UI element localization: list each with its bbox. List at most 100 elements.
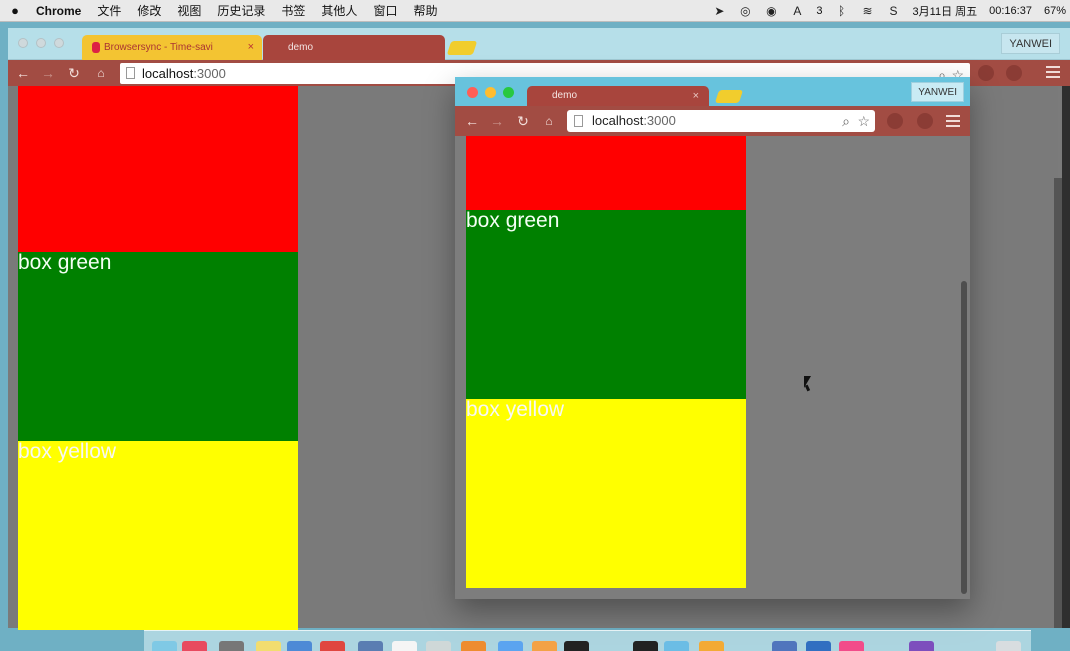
forward-icon[interactable]: → bbox=[39, 64, 57, 82]
record-icon[interactable]: ◉ bbox=[764, 4, 778, 18]
menu-edit[interactable]: 修改 bbox=[137, 2, 161, 19]
calendar-icon[interactable] bbox=[182, 641, 207, 651]
folder-icon[interactable] bbox=[699, 641, 724, 651]
menu-window[interactable]: 窗口 bbox=[373, 2, 397, 19]
tab-browsersync-label: Browsersync - Time-savi bbox=[104, 42, 213, 53]
tab-browsersync-close-button[interactable]: × bbox=[248, 35, 254, 60]
green-box: box green bbox=[18, 252, 298, 441]
home-icon[interactable]: ⌂ bbox=[92, 64, 110, 82]
url-port: :3000 bbox=[193, 66, 226, 81]
menu-view[interactable]: 视图 bbox=[177, 2, 201, 19]
chrome-icon[interactable] bbox=[320, 641, 345, 651]
photos-icon[interactable] bbox=[461, 641, 486, 651]
menu-icon[interactable] bbox=[946, 115, 960, 127]
network-icon[interactable] bbox=[358, 641, 383, 651]
reload-icon[interactable]: ↻ bbox=[65, 64, 83, 82]
adobe-icon[interactable]: A bbox=[790, 4, 804, 18]
new-tab-button[interactable] bbox=[446, 41, 478, 55]
scrollbar[interactable] bbox=[961, 281, 967, 594]
minimize-window-button[interactable] bbox=[485, 87, 496, 98]
back-icon[interactable]: ← bbox=[463, 112, 481, 130]
dock bbox=[144, 630, 1031, 651]
profile-button[interactable]: YANWEI bbox=[1001, 33, 1060, 54]
music-icon[interactable] bbox=[839, 641, 864, 651]
red-box bbox=[466, 136, 746, 210]
trash-icon[interactable] bbox=[996, 641, 1021, 651]
address-bar[interactable]: localhost:3000 ⌕ ☆ bbox=[567, 110, 875, 132]
menu-people[interactable]: 其他人 bbox=[321, 2, 357, 19]
foreground-tabstrip: demo × YANWEI bbox=[455, 77, 970, 106]
terminal-icon[interactable] bbox=[633, 641, 658, 651]
browsersync-favicon bbox=[92, 42, 100, 53]
folder-icon[interactable] bbox=[664, 641, 689, 651]
background-scrollbar[interactable] bbox=[1054, 178, 1062, 628]
tab-demo[interactable]: demo bbox=[263, 35, 445, 60]
wifi-icon[interactable]: ≋ bbox=[861, 4, 875, 18]
menubar: ● Chrome 文件 修改 视图 历史记录 书签 其他人 窗口 帮助 ➤ ◎ … bbox=[0, 0, 1070, 22]
document-icon[interactable] bbox=[392, 641, 417, 651]
home-icon[interactable]: ⌂ bbox=[540, 112, 558, 130]
profile-button[interactable]: YANWEI bbox=[911, 82, 964, 102]
bluetooth-icon[interactable]: ᛒ bbox=[835, 4, 849, 18]
yellow-box: box yellow bbox=[18, 441, 298, 630]
app-menu[interactable]: Chrome bbox=[36, 4, 81, 18]
new-tab-button[interactable] bbox=[714, 90, 744, 103]
tab-browsersync[interactable]: Browsersync - Time-savi × bbox=[82, 35, 262, 60]
tab-demo-label: demo bbox=[288, 42, 314, 53]
adobe-count: 3 bbox=[816, 5, 823, 17]
green-box-label: box green bbox=[466, 209, 560, 232]
reload-icon[interactable]: ↻ bbox=[514, 112, 532, 130]
extension-icon[interactable] bbox=[887, 113, 903, 129]
github-icon[interactable] bbox=[909, 641, 934, 651]
yellow-box-label: box yellow bbox=[18, 440, 117, 463]
zoom-icon[interactable]: ⌕ bbox=[842, 110, 850, 132]
notes-icon[interactable] bbox=[256, 641, 281, 651]
forward-icon[interactable]: → bbox=[488, 112, 506, 130]
menu-help[interactable]: 帮助 bbox=[413, 2, 437, 19]
page-icon bbox=[574, 115, 583, 127]
tab-demo[interactable]: demo × bbox=[527, 86, 709, 106]
battery-percent: 67% bbox=[1043, 5, 1066, 17]
sketch-icon[interactable] bbox=[772, 641, 797, 651]
maximize-window-button[interactable] bbox=[503, 87, 514, 98]
app-icon[interactable] bbox=[219, 641, 244, 651]
terminal-icon[interactable] bbox=[564, 641, 589, 651]
contacts-icon[interactable]: ◎ bbox=[738, 4, 752, 18]
yellow-box-label: box yellow bbox=[466, 398, 565, 421]
extension-icon[interactable] bbox=[1006, 65, 1022, 81]
apple-icon[interactable]: ● bbox=[0, 3, 30, 18]
url-port: :3000 bbox=[643, 113, 676, 128]
green-box-label: box green bbox=[18, 251, 112, 274]
extension-icon[interactable] bbox=[978, 65, 994, 81]
sync-icon[interactable]: S bbox=[887, 4, 901, 18]
page-icon bbox=[126, 67, 135, 79]
close-window-button[interactable] bbox=[467, 87, 478, 98]
extension-icon[interactable] bbox=[917, 113, 933, 129]
app-store-icon[interactable] bbox=[498, 641, 523, 651]
preview-icon[interactable] bbox=[426, 641, 451, 651]
send-icon[interactable]: ➤ bbox=[712, 4, 726, 18]
finder-icon[interactable] bbox=[152, 641, 177, 651]
background-tabstrip: Browsersync - Time-savi × demo YANWEI bbox=[8, 28, 1070, 60]
maximize-window-button[interactable] bbox=[54, 38, 64, 48]
close-window-button[interactable] bbox=[18, 38, 28, 48]
green-box: box green bbox=[466, 210, 746, 399]
tab-close-button[interactable]: × bbox=[693, 86, 699, 106]
back-icon[interactable]: ← bbox=[14, 64, 32, 82]
minimize-window-button[interactable] bbox=[36, 38, 46, 48]
safari-icon[interactable] bbox=[287, 641, 312, 651]
menu-history[interactable]: 历史记录 bbox=[217, 2, 265, 19]
url-host: localhost bbox=[142, 66, 194, 81]
menubar-date: 3月11日 周五 bbox=[912, 6, 978, 18]
terminal-edge bbox=[1062, 86, 1070, 628]
menubar-time: 00:16:37 bbox=[989, 5, 1032, 17]
status-area: ➤ ◎ ◉ A 3 ᛒ ≋ S 3月11日 周五 00:16:37 67% bbox=[712, 0, 1066, 22]
tab-demo-label: demo bbox=[552, 90, 578, 101]
firefox-icon[interactable] bbox=[532, 641, 557, 651]
bookmark-star-icon[interactable]: ☆ bbox=[857, 110, 870, 132]
vscode-icon[interactable] bbox=[806, 641, 831, 651]
menu-file[interactable]: 文件 bbox=[97, 2, 121, 19]
menu-bookmarks[interactable]: 书签 bbox=[281, 2, 305, 19]
menu-icon[interactable] bbox=[1046, 66, 1060, 78]
foreground-browser-window: demo × YANWEI ← → ↻ ⌂ localhost:3000 ⌕ ☆… bbox=[455, 77, 970, 599]
